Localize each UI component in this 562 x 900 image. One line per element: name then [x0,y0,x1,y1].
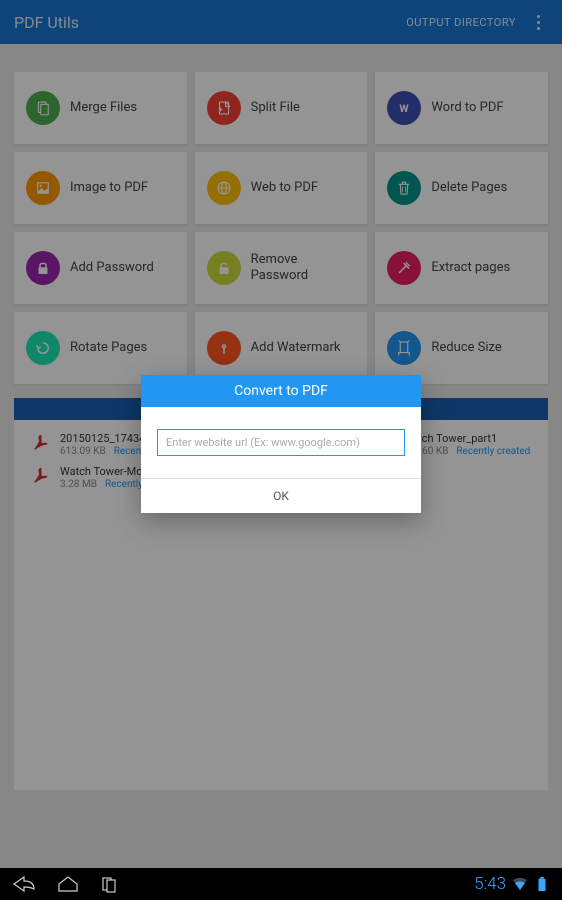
dialog-title: Convert to PDF [141,375,421,407]
wifi-icon [512,877,528,891]
convert-to-pdf-dialog: Convert to PDF OK [141,375,421,513]
clock: 5:43 [474,874,506,894]
recent-apps-button[interactable] [100,875,124,893]
android-nav-bar: 5:43 [0,868,562,900]
ok-button[interactable]: OK [141,478,421,513]
modal-overlay[interactable]: Convert to PDF OK [0,0,562,868]
home-button[interactable] [56,875,80,893]
back-button[interactable] [12,875,36,893]
url-input[interactable] [157,429,405,456]
battery-icon [534,877,550,891]
